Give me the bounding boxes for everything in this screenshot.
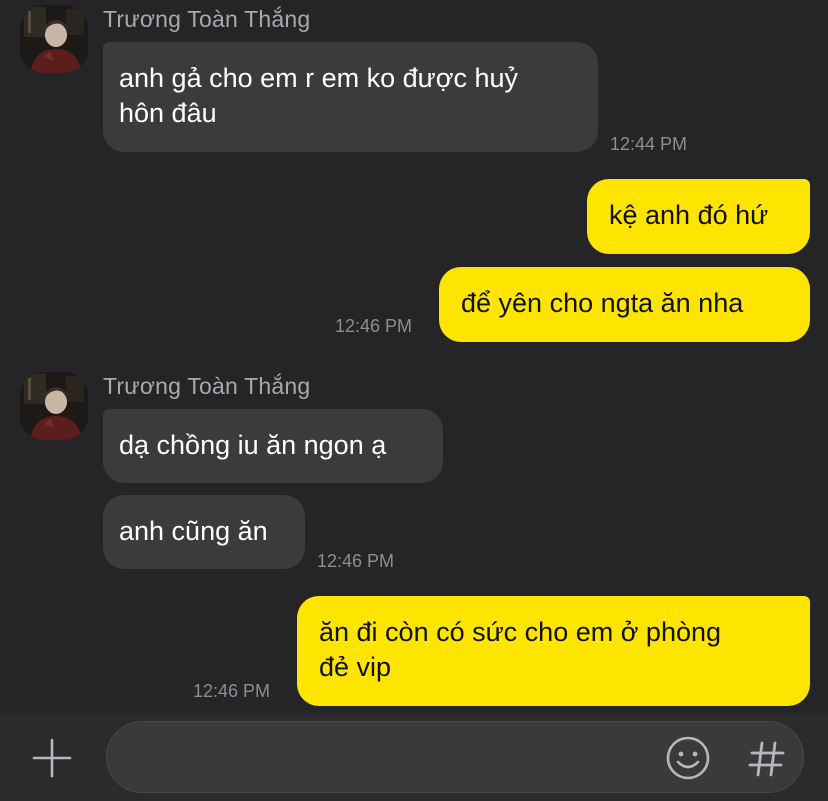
outgoing-message[interactable]: kệ anh đó hứ <box>587 179 810 254</box>
avatar-photo-icon <box>20 372 88 440</box>
contact-avatar[interactable] <box>20 5 88 73</box>
outgoing-message[interactable]: để yên cho ngta ăn nha <box>439 267 810 342</box>
plus-icon[interactable] <box>31 737 73 779</box>
message-input-box[interactable] <box>106 721 804 794</box>
emoji-icon[interactable] <box>665 735 711 781</box>
message-timestamp: 12:44 PM <box>610 134 688 154</box>
incoming-message[interactable]: dạ chồng iu ăn ngon ạ <box>103 409 443 483</box>
message-timestamp: 12:46 PM <box>317 551 395 571</box>
outgoing-message[interactable]: ăn đi còn có sức cho em ở phòng đẻ vip <box>297 596 810 706</box>
message-composer <box>0 713 828 801</box>
message-input[interactable] <box>129 722 653 794</box>
message-timestamp: 12:46 PM <box>335 316 413 336</box>
sender-name: Trương Toàn Thắng <box>103 6 311 32</box>
chat-thread: Trương Toàn Thắng anh gả cho em r em ko … <box>0 0 828 713</box>
contact-avatar[interactable] <box>20 372 88 440</box>
sender-name: Trương Toàn Thắng <box>103 373 311 399</box>
incoming-message[interactable]: anh gả cho em r em ko được huỷ hôn đâu <box>103 42 598 152</box>
message-timestamp: 12:46 PM <box>193 681 271 701</box>
hash-icon[interactable] <box>747 739 787 779</box>
incoming-message[interactable]: anh cũng ăn <box>103 495 305 569</box>
avatar-photo-icon <box>20 5 88 73</box>
